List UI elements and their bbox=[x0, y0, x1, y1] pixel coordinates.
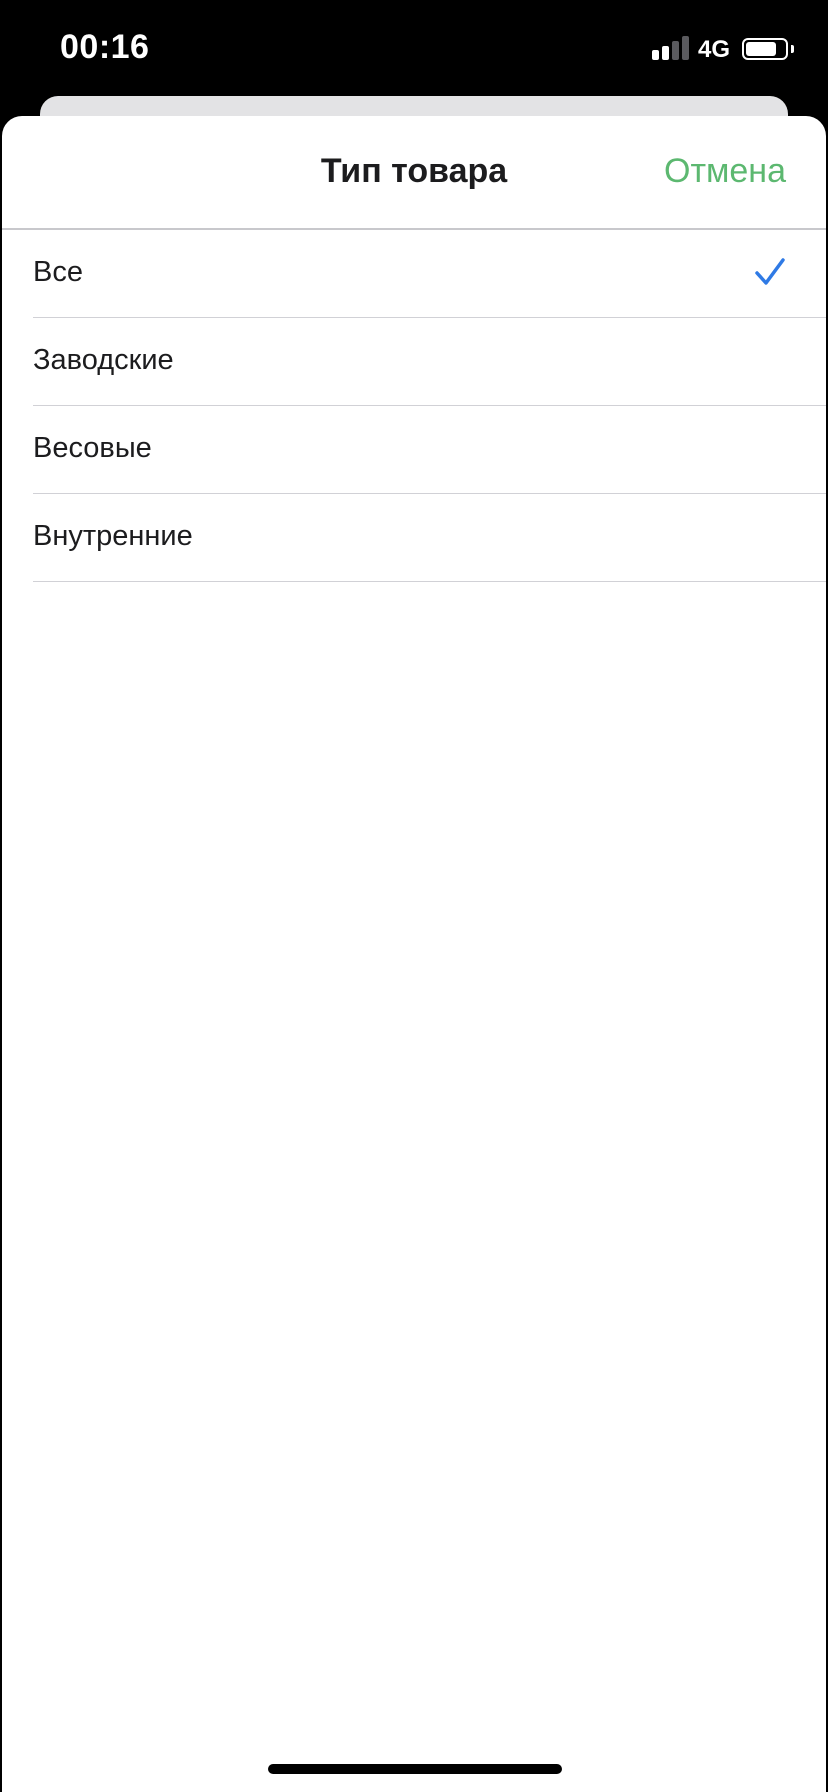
option-label: Внутренние bbox=[33, 520, 193, 552]
option-label: Весовые bbox=[33, 432, 152, 464]
option-weighted[interactable]: Весовые bbox=[33, 406, 826, 494]
options-list: Все Заводские Весовые Внутренние bbox=[2, 230, 826, 582]
network-type: 4G bbox=[698, 36, 731, 63]
signal-bar bbox=[682, 36, 689, 60]
status-time: 00:16 bbox=[60, 28, 150, 66]
option-factory[interactable]: Заводские bbox=[33, 318, 826, 406]
battery-level bbox=[746, 42, 776, 56]
signal-bar bbox=[662, 46, 669, 60]
cellular-signal-icon bbox=[652, 36, 690, 60]
screen: 00:16 4G Тип товара Отмена Все Заводские… bbox=[0, 0, 828, 1792]
signal-bar bbox=[652, 50, 659, 60]
option-label: Заводские bbox=[33, 344, 174, 376]
battery-cap bbox=[791, 45, 794, 53]
option-all[interactable]: Все bbox=[33, 230, 826, 318]
sheet-header: Тип товара Отмена bbox=[2, 116, 826, 230]
battery-icon bbox=[742, 38, 788, 60]
option-label: Все bbox=[33, 256, 83, 288]
signal-bar bbox=[672, 41, 679, 60]
type-picker-sheet: Тип товара Отмена Все Заводские Весовые … bbox=[2, 116, 826, 1792]
status-bar: 00:16 4G bbox=[0, 0, 828, 96]
checkmark-icon bbox=[755, 258, 785, 285]
option-internal[interactable]: Внутренние bbox=[33, 494, 826, 582]
home-indicator[interactable] bbox=[268, 1764, 562, 1774]
cancel-button[interactable]: Отмена bbox=[664, 152, 786, 191]
